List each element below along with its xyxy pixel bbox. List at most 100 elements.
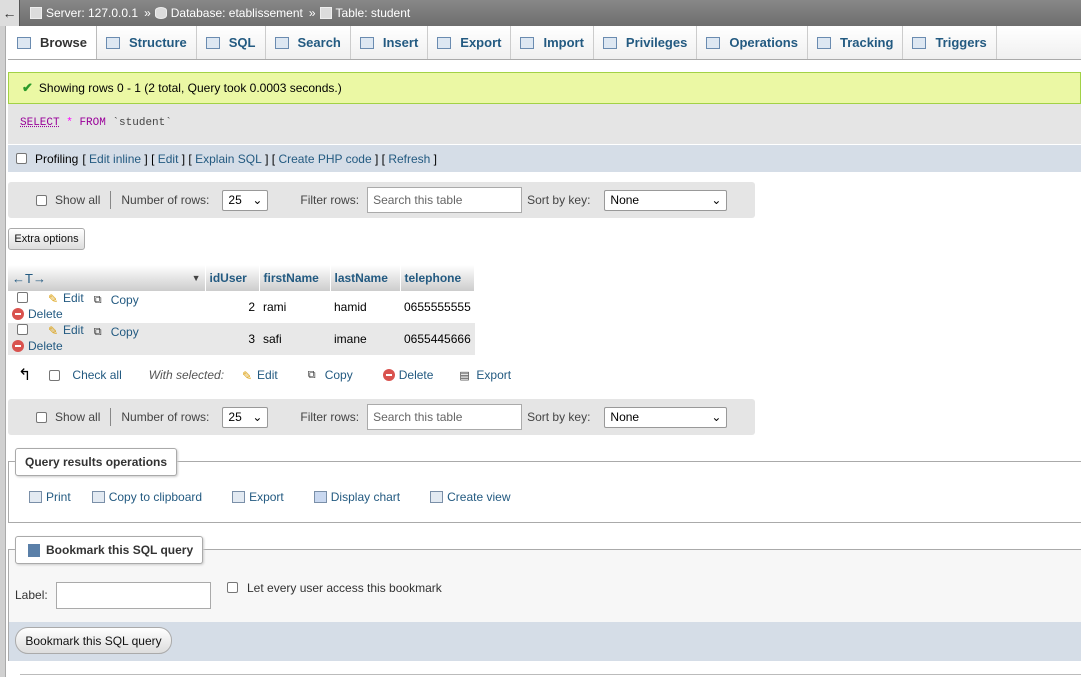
success-message: ✔ Showing rows 0 - 1 (2 total, Query too… xyxy=(8,72,1081,104)
sort-select[interactable]: None ⌄ xyxy=(604,406,728,428)
tab-insert[interactable]: Insert xyxy=(351,26,429,59)
cell-firstname[interactable]: rami xyxy=(259,291,330,323)
checkmark-icon: ✔ xyxy=(22,80,33,95)
rows-select[interactable]: 25 ⌄ xyxy=(222,406,269,428)
with-selected-bar: ↰ Check all With selected: ✎ Edit ⧉ Copy D… xyxy=(8,362,511,388)
cell-iduser[interactable]: 2 xyxy=(205,291,259,323)
bulk-export-button[interactable]: ▤ Export xyxy=(459,368,511,382)
filter-input[interactable]: Search this table xyxy=(367,404,523,430)
profiling-bar: Profiling [ Edit inline ] [ Edit ] [ Exp… xyxy=(8,145,1081,172)
query-results-operations-legend: Query results operations xyxy=(15,448,178,476)
delete-icon xyxy=(12,340,24,352)
chevron-down-icon: ⌄ xyxy=(252,410,263,424)
bookmark-access-checkbox[interactable] xyxy=(227,582,238,593)
rows-select[interactable]: 25 ⌄ xyxy=(222,189,269,211)
tab-triggers[interactable]: Triggers xyxy=(903,26,997,59)
show-all-checkbox[interactable] xyxy=(36,411,47,423)
structure-icon xyxy=(105,36,120,49)
column-header-telephone[interactable]: telephone xyxy=(400,265,476,291)
row-copy-link[interactable]: ⧉ Copy xyxy=(94,325,139,339)
sql-keyword-select[interactable]: SELECT xyxy=(20,117,60,129)
tab-operations[interactable]: Operations xyxy=(697,26,808,59)
copy-icon: ⧉ xyxy=(93,326,102,338)
filter-label: Filter rows: xyxy=(300,410,360,424)
wrench-icon xyxy=(706,36,721,49)
create-view-button[interactable]: Create view xyxy=(430,490,510,504)
check-all-label[interactable]: Check all xyxy=(72,368,121,382)
check-all-checkbox[interactable] xyxy=(49,369,61,381)
explain-sql-link[interactable]: Explain SQL xyxy=(195,152,262,166)
bookmark-submit-button[interactable]: Bookmark this SQL query xyxy=(15,627,172,654)
top-menu-tabs: Browse Structure SQL Search Insert Expor… xyxy=(8,26,1081,60)
bulk-copy-button[interactable]: ⧉ Copy xyxy=(308,368,353,382)
row-copy-link[interactable]: ⧉ Copy xyxy=(94,293,139,307)
tab-browse[interactable]: Browse xyxy=(8,26,97,59)
display-chart-button[interactable]: Display chart xyxy=(313,490,400,504)
cell-lastname[interactable]: hamid xyxy=(330,291,400,323)
pencil-icon: ✎ xyxy=(48,324,59,338)
print-button[interactable]: Print xyxy=(29,490,71,504)
navigation-panel-edge xyxy=(0,0,6,677)
row-checkbox[interactable] xyxy=(17,324,28,335)
tab-export[interactable]: Export xyxy=(428,26,512,59)
rows-label: Number of rows: xyxy=(121,410,210,424)
refresh-link[interactable]: Refresh xyxy=(388,152,430,166)
bookmark-label-input[interactable] xyxy=(56,582,211,609)
row-edit-link[interactable]: ✎ Edit xyxy=(48,291,84,306)
collapse-nav-button[interactable]: ← xyxy=(0,0,20,26)
filter-input[interactable]: Search this table xyxy=(367,187,523,213)
column-arrows-icon[interactable]: ←T→ xyxy=(12,271,46,286)
edit-inline-link[interactable]: Edit inline xyxy=(89,152,141,166)
breadcrumb-table[interactable]: Table: student xyxy=(319,6,410,20)
rows-label: Number of rows: xyxy=(121,193,210,207)
row-delete-link[interactable]: Delete xyxy=(12,339,63,353)
export-button[interactable]: Export xyxy=(232,490,284,504)
tab-privileges[interactable]: Privileges xyxy=(594,26,698,59)
extra-options-button[interactable]: Extra options xyxy=(8,228,85,250)
create-php-code-link[interactable]: Create PHP code xyxy=(278,152,371,166)
sql-keyword-from: FROM xyxy=(79,117,106,129)
cell-firstname[interactable]: safi xyxy=(259,323,330,355)
print-icon xyxy=(29,491,42,503)
tab-sql[interactable]: SQL xyxy=(197,26,266,59)
create-view-icon xyxy=(430,491,444,503)
delete-icon xyxy=(12,308,24,320)
row-delete-link[interactable]: Delete xyxy=(12,307,63,321)
profiling-checkbox[interactable] xyxy=(16,153,27,164)
breadcrumb-database[interactable]: Database: etablissement xyxy=(154,6,303,20)
table-row: ✎ Edit ⧉ Copy Delete 3 safi imane 0655445666 xyxy=(8,323,475,355)
edit-link[interactable]: Edit xyxy=(158,152,179,166)
breadcrumb-separator: » xyxy=(144,6,151,20)
cell-lastname[interactable]: imane xyxy=(330,323,400,355)
column-header-lastname[interactable]: lastName xyxy=(330,265,401,291)
breadcrumb-server[interactable]: Server: 127.0.0.1 xyxy=(30,6,138,20)
tab-tracking[interactable]: Tracking xyxy=(808,26,904,59)
export-icon xyxy=(437,36,452,49)
table-row: ✎ Edit ⧉ Copy Delete 2 rami hamid 0655555555 xyxy=(8,291,475,323)
tab-search[interactable]: Search xyxy=(266,26,351,59)
show-all-label: Show all xyxy=(55,410,101,424)
cell-telephone[interactable]: 0655555555 xyxy=(400,291,475,323)
row-edit-link[interactable]: ✎ Edit xyxy=(48,323,84,338)
column-header-iduser[interactable]: idUser xyxy=(205,265,260,291)
privileges-icon xyxy=(602,36,617,49)
column-header-firstname[interactable]: firstName xyxy=(259,265,331,291)
bulk-delete-button[interactable]: Delete xyxy=(382,368,433,382)
sort-select[interactable]: None ⌄ xyxy=(604,189,728,211)
tab-structure[interactable]: Structure xyxy=(97,26,197,59)
copy-to-clipboard-button[interactable]: Copy to clipboard xyxy=(91,490,202,504)
sort-triangle-icon[interactable]: ▼ xyxy=(192,273,201,283)
search-icon xyxy=(274,36,289,49)
cell-telephone[interactable]: 0655445666 xyxy=(400,323,475,355)
show-all-checkbox[interactable] xyxy=(36,194,47,206)
import-icon xyxy=(520,36,535,49)
table-header-actions: ←T→ ▼ xyxy=(8,265,206,291)
query-status-text: Showing rows 0 - 1 (2 total, Query took … xyxy=(38,81,342,95)
cell-iduser[interactable]: 3 xyxy=(205,323,259,355)
bulk-edit-button[interactable]: ✎ Edit xyxy=(242,368,278,383)
copy-icon xyxy=(91,491,105,503)
row-checkbox[interactable] xyxy=(17,292,28,303)
triggers-icon xyxy=(912,36,927,49)
tab-import[interactable]: Import xyxy=(511,26,594,59)
pencil-icon: ✎ xyxy=(48,292,59,306)
